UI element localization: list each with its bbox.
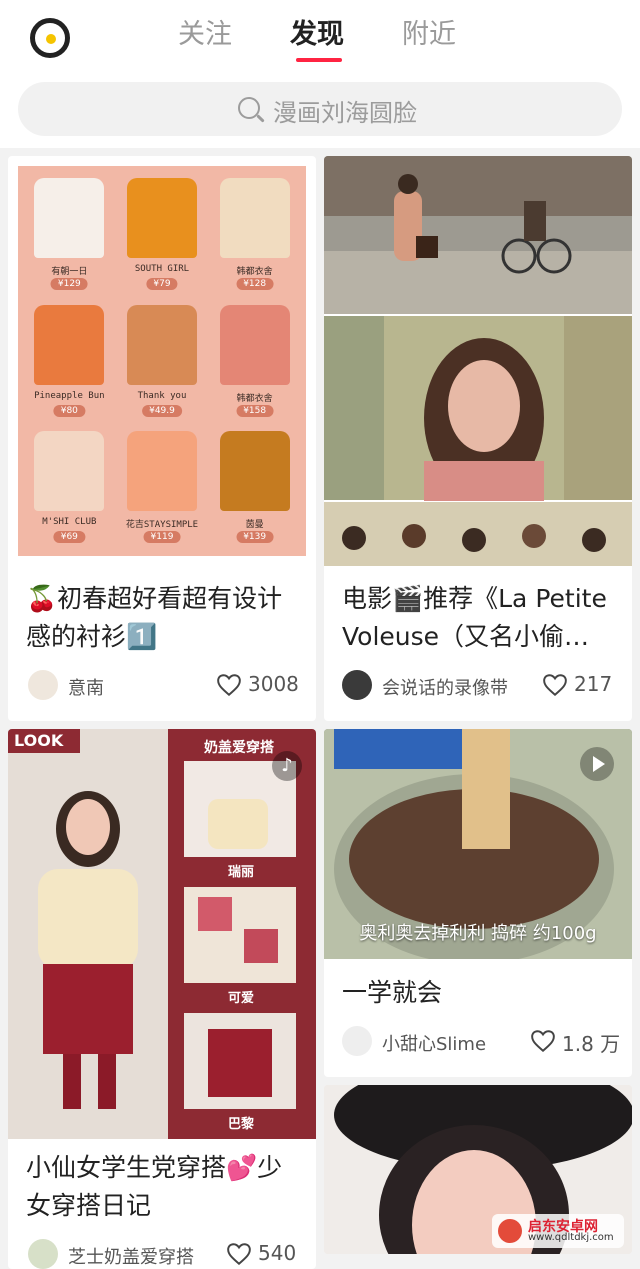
avatar[interactable] <box>28 670 58 700</box>
like-count: 540 <box>258 1241 297 1265</box>
shirt-label: 茵曼 <box>245 520 264 531</box>
shirt-price: ¥49.9 <box>142 404 182 417</box>
avatar[interactable] <box>342 1026 372 1056</box>
shirt-image <box>126 178 197 258</box>
play-icon[interactable] <box>580 747 614 781</box>
search-bar[interactable]: 漫画刘海圆脸 <box>18 82 622 136</box>
avatar[interactable] <box>28 1239 58 1269</box>
shirt-tile: 花吉STAYSIMPLE ¥119 <box>119 427 206 548</box>
shirt-tile: 韩都衣舍 ¥128 <box>211 174 298 295</box>
music-note-icon[interactable]: ♪ <box>272 751 302 781</box>
author-name[interactable]: 小甜心Slime <box>382 1030 486 1056</box>
shirt-label: 花吉STAYSIMPLE <box>125 520 199 531</box>
card-image-outfit: LOOK 奶盖爱穿搭 瑞丽 可爱 巴黎 ♪ <box>8 729 316 1139</box>
tab-follow[interactable]: 关注 <box>178 12 232 51</box>
shirt-tile: 韩都衣舍 ¥158 <box>211 301 298 422</box>
card-title: 一学就会 <box>342 978 443 1007</box>
like-count: 1.8 万 <box>562 1032 621 1056</box>
author-name[interactable]: 会说话的录像带 <box>382 674 508 700</box>
feed-card[interactable]: 奥利奥去掉利利 捣碎 约100g 一学就会 小甜心Slime 1.8 万 <box>324 729 632 1077</box>
author-name[interactable]: 芝士奶盖爱穿搭 <box>68 1243 194 1269</box>
shirt-image <box>126 431 197 512</box>
shirt-label: 韩都衣舍 <box>236 267 273 277</box>
shirt-tile: M'SHI CLUB ¥69 <box>26 427 113 548</box>
shirt-tile: Pineapple Bun ¥80 <box>26 301 113 422</box>
feed-card[interactable]: LOOK 奶盖爱穿搭 瑞丽 可爱 巴黎 ♪ 小仙女学生党穿搭💕少女穿搭日记 芝士… <box>8 729 316 1269</box>
shirt-label: 韩都衣舍 <box>236 393 273 404</box>
shirt-label: 有朝一日 <box>51 267 88 277</box>
shirt-price: ¥139 <box>236 531 274 544</box>
feed-card[interactable]: 电影🎬推荐《La Petite Voleuse（又名小偷… 会说话的录像带 21… <box>324 156 632 721</box>
shirt-label: Thank you <box>137 390 187 401</box>
shirt-price: ¥79 <box>146 278 178 290</box>
like-count: 3008 <box>248 672 299 696</box>
shirt-tile: 有朝一日 ¥129 <box>26 174 113 295</box>
active-tab-indicator <box>296 58 342 62</box>
avatar[interactable] <box>342 670 372 700</box>
card-image-shirts: 有朝一日 ¥129 SOUTH GIRL ¥79 韩都衣舍 ¥128 Pineapple B… <box>18 166 306 556</box>
search-icon <box>238 97 260 119</box>
shirt-price: ¥119 <box>143 531 181 544</box>
heart-icon[interactable] <box>226 1242 252 1266</box>
shirt-image <box>219 431 290 512</box>
card-title: 小仙女学生党穿搭💕少女穿搭日记 <box>26 1153 283 1220</box>
shirt-price: ¥69 <box>53 531 85 544</box>
shirt-label: SOUTH GIRL <box>134 264 190 274</box>
search-placeholder: 漫画刘海圆脸 <box>273 99 417 127</box>
shirt-price: ¥128 <box>236 278 274 290</box>
outfit-collage <box>8 729 296 1139</box>
watermark: 启东安卓网 www.qdltdkj.com <box>492 1214 624 1248</box>
video-caption: 奥利奥去掉利利 捣碎 约100g <box>359 923 597 944</box>
heart-icon[interactable] <box>542 673 568 697</box>
tab-bar: 关注 发现 附近 <box>0 12 640 62</box>
shirt-price: ¥158 <box>236 404 274 417</box>
shirt-price: ¥80 <box>53 404 85 417</box>
side-title: 奶盖爱穿搭 <box>204 740 274 756</box>
shirt-image <box>34 178 105 258</box>
shirt-label: Pineapple Bun <box>34 390 105 401</box>
shirt-tile: SOUTH GIRL ¥79 <box>119 174 206 295</box>
top-bar: 关注 发现 附近 漫画刘海圆脸 <box>0 0 640 148</box>
shirt-image <box>34 304 105 385</box>
shirt-tile: Thank you ¥49.9 <box>119 301 206 422</box>
shirt-image <box>34 431 105 512</box>
look-badge: LOOK <box>14 731 64 750</box>
heart-icon[interactable] <box>216 673 242 697</box>
tab-discover[interactable]: 发现 <box>290 12 344 51</box>
card-image-slime: 奥利奥去掉利利 捣碎 约100g <box>324 729 632 964</box>
side-label: 可爱 <box>228 991 255 1006</box>
shirt-price: ¥129 <box>50 278 88 290</box>
card-image-movie <box>324 156 632 566</box>
shirt-tile: 茵曼 ¥139 <box>211 427 298 548</box>
shirt-label: M'SHI CLUB <box>42 517 97 528</box>
watermark-url: www.qdltdkj.com <box>528 1232 614 1243</box>
tab-nearby[interactable]: 附近 <box>402 12 456 51</box>
like-count: 217 <box>574 672 613 696</box>
feed-card[interactable]: 启东安卓网 www.qdltdkj.com <box>324 1085 632 1254</box>
watermark-logo-icon <box>498 1219 522 1243</box>
side-label: 巴黎 <box>228 1117 255 1132</box>
shirt-image <box>219 178 290 258</box>
side-label: 瑞丽 <box>228 865 255 880</box>
shirt-image <box>126 304 197 385</box>
feed-card[interactable]: 有朝一日 ¥129 SOUTH GIRL ¥79 韩都衣舍 ¥128 Pineapple B… <box>8 156 316 721</box>
card-title: 电影🎬推荐《La Petite Voleuse（又名小偷… <box>342 584 607 651</box>
movie-stills <box>324 156 632 566</box>
heart-icon[interactable] <box>530 1029 556 1053</box>
author-name[interactable]: 意南 <box>68 674 104 700</box>
shirt-image <box>219 304 290 385</box>
card-title: 🍒初春超好看超有设计感的衬衫1️⃣ <box>26 584 283 651</box>
